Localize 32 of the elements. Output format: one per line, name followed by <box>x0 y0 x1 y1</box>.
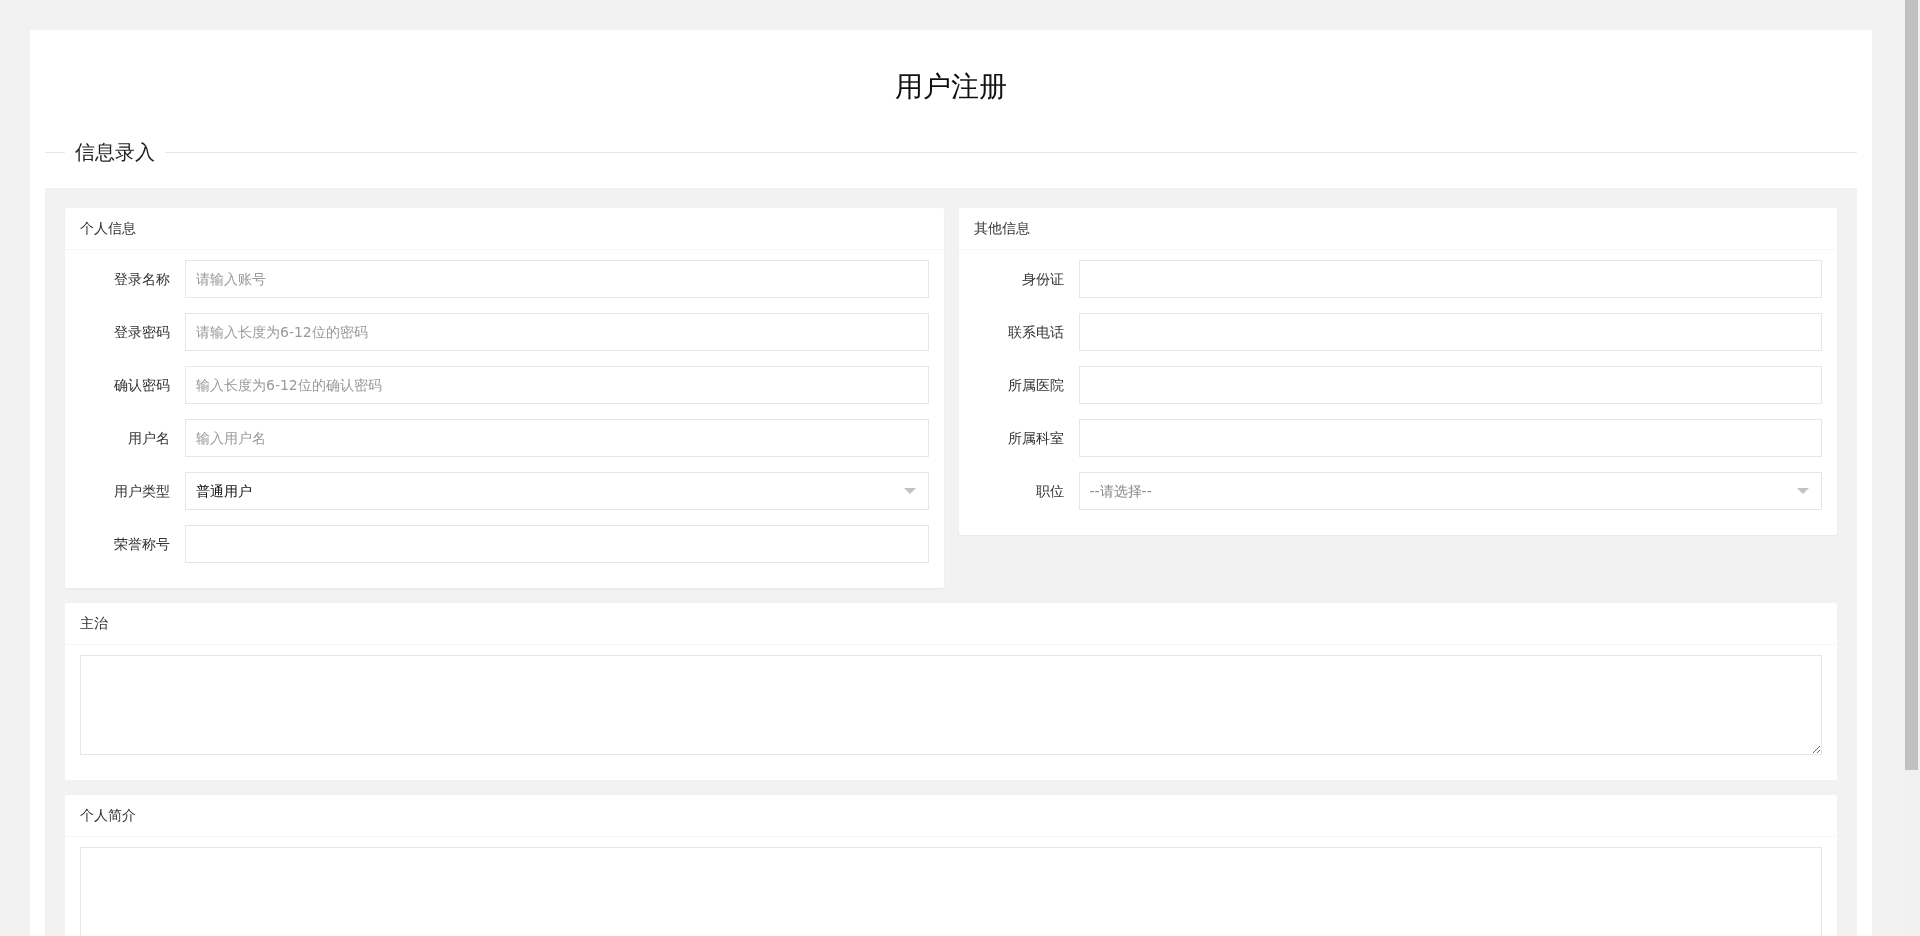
panel-title: 其他信息 <box>973 219 1030 238</box>
select-field[interactable]: --请选择-- <box>1078 472 1822 510</box>
field-label: 身份证 <box>1020 269 1065 289</box>
input-field[interactable] <box>1078 366 1822 404</box>
text-area[interactable] <box>80 655 1822 755</box>
input-field[interactable] <box>1078 260 1822 298</box>
select-field[interactable]: 普通用户 <box>185 472 929 510</box>
field-label: 登录名称 <box>113 269 171 289</box>
caret-down-icon <box>1797 488 1809 494</box>
field-label: 荣誉称号 <box>113 534 171 554</box>
field-label: 所属科室 <box>1006 428 1065 448</box>
text-area[interactable] <box>80 847 1822 936</box>
panel-title: 个人简介 <box>80 806 136 825</box>
field-label: 确认密码 <box>113 375 171 395</box>
input-field[interactable] <box>1078 419 1822 457</box>
field-label: 联系电话 <box>1006 322 1065 342</box>
field-label: 职位 <box>1034 481 1065 501</box>
input-field[interactable]: 输入长度为6-12位的确认密码 <box>185 366 929 404</box>
field-label: 所属医院 <box>1006 375 1065 395</box>
input-field[interactable]: 请输入账号 <box>185 260 929 298</box>
page-title: 用户注册 <box>895 69 1007 105</box>
input-field[interactable] <box>1078 313 1822 351</box>
input-field[interactable]: 请输入长度为6-12位的密码 <box>185 313 929 351</box>
field-label: 登录密码 <box>113 322 171 342</box>
input-field[interactable] <box>185 525 929 563</box>
field-label: 用户名 <box>127 428 171 448</box>
section-legend: 信息录入 <box>65 137 165 167</box>
field-label: 用户类型 <box>113 481 171 501</box>
input-field[interactable]: 输入用户名 <box>185 419 929 457</box>
caret-down-icon <box>903 488 916 494</box>
panel-title: 主治 <box>80 614 108 633</box>
panel-title: 个人信息 <box>80 219 136 238</box>
